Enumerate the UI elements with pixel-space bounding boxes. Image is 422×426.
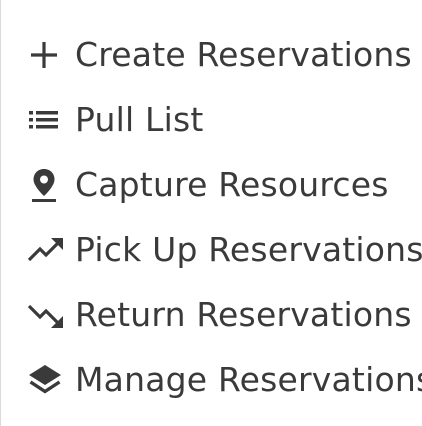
menu-item-label: Create Reservations	[75, 35, 412, 74]
trending-up-icon	[27, 230, 67, 270]
menu-item-manage-reservations[interactable]: Manage Reservations	[25, 356, 422, 404]
menu-item-label: Pick Up Reservations	[75, 230, 422, 269]
navigation-menu: Create Reservations Pull List Capture Re…	[0, 0, 422, 426]
layers-icon	[27, 360, 67, 400]
menu-item-label: Pull List	[75, 100, 204, 139]
trending-down-icon	[27, 295, 67, 335]
plus-icon	[27, 35, 67, 75]
menu-item-create-reservations[interactable]: Create Reservations	[25, 31, 412, 79]
menu-item-label: Manage Reservations	[75, 360, 422, 399]
menu-item-pull-list[interactable]: Pull List	[25, 96, 204, 144]
menu-item-label: Return Reservations	[75, 295, 412, 334]
map-pin-icon	[27, 165, 67, 205]
menu-item-label: Capture Resources	[75, 165, 389, 204]
list-icon	[27, 100, 67, 140]
menu-item-pick-up-reservations[interactable]: Pick Up Reservations	[25, 226, 422, 274]
menu-item-capture-resources[interactable]: Capture Resources	[25, 161, 389, 209]
menu-item-return-reservations[interactable]: Return Reservations	[25, 291, 412, 339]
